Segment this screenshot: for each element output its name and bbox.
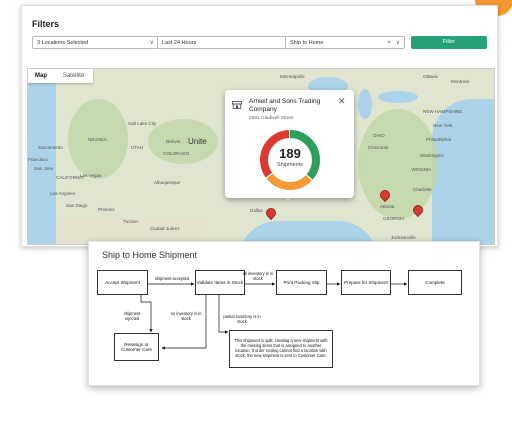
validate-stock-box: Validate Items in Stock bbox=[195, 270, 245, 295]
edge-label-partial: partial inventory is in stock bbox=[223, 314, 261, 324]
map-label: Ottawa bbox=[423, 74, 438, 79]
map-label: COLORADO bbox=[163, 151, 190, 156]
map-label: Denver bbox=[166, 139, 181, 144]
store-icon bbox=[232, 101, 242, 109]
location-name: Arnleif and Sons Trading Company bbox=[249, 98, 321, 113]
map-label: Los Angeles bbox=[50, 191, 76, 196]
map-label: Ciudad Juárez bbox=[150, 226, 180, 231]
map-label: Washington bbox=[420, 153, 445, 158]
map-label: Atlanta bbox=[380, 204, 395, 209]
map-label: Unite bbox=[188, 137, 207, 146]
map-label: GEORGIA bbox=[383, 216, 405, 221]
close-icon[interactable]: ✕ bbox=[338, 96, 346, 107]
map-tab[interactable]: Map bbox=[28, 69, 54, 83]
map-label: Phoenix bbox=[98, 207, 115, 212]
satellite-tab[interactable]: Satellite bbox=[54, 69, 93, 83]
flow-diagram-panel: Ship to Home Shipment Accept Shipment Va… bbox=[88, 241, 480, 386]
map-label: Tucson bbox=[123, 219, 138, 224]
split-shipment-box: This shipment is split, creating a new s… bbox=[229, 330, 333, 368]
map-label: Salt Lake City bbox=[128, 121, 157, 126]
shipment-type-select[interactable]: Ship to Home × ∨ bbox=[285, 36, 405, 49]
accept-shipment-box: Accept Shipment bbox=[97, 270, 148, 295]
reassign-box: Reassign or Customer Care bbox=[114, 333, 159, 361]
map-label: Las Vegas bbox=[80, 173, 102, 178]
prepare-shipment-box: Prepare for Shipment bbox=[341, 270, 391, 295]
map-label: Charlotte bbox=[413, 187, 432, 192]
map-label: Dallas bbox=[250, 208, 263, 213]
map-atlantic-ocean bbox=[432, 99, 494, 244]
map-label: Jacksonville bbox=[391, 235, 416, 240]
filters-map-panel: Filters 3 Locations Selected ∨ Last 24 H… bbox=[21, 5, 498, 247]
map-label: NEW HAMPSHIRE bbox=[423, 109, 463, 114]
map-label: New York bbox=[433, 123, 453, 128]
shipment-count: 189 bbox=[279, 146, 301, 161]
edge-label-no-inventory: no inventory is in stock bbox=[170, 311, 202, 321]
map-forest bbox=[358, 109, 438, 219]
map-lake bbox=[378, 91, 418, 103]
map-label: Cincinnati bbox=[368, 145, 389, 150]
map-label: San Jose bbox=[34, 166, 54, 171]
map-label: VIRGINIA bbox=[411, 167, 432, 172]
map-label: Philadelphia bbox=[426, 137, 452, 142]
locations-select[interactable]: 3 Locations Selected ∨ bbox=[32, 36, 159, 49]
location-popup: Arnleif and Sons Trading Company 2581 Gl… bbox=[225, 90, 354, 198]
location-address: 2581 Gladwell Street bbox=[249, 116, 294, 121]
shipment-type-value: Ship to Home bbox=[290, 40, 324, 46]
filter-button[interactable]: Filter bbox=[411, 36, 487, 49]
map-label: Francisco bbox=[28, 157, 48, 162]
time-range-value: Last 24 Hours bbox=[162, 40, 197, 46]
chevron-down-icon: ∨ bbox=[149, 40, 154, 46]
map-label: Sacramento bbox=[38, 145, 63, 150]
map-label: Minneapolis bbox=[280, 74, 305, 79]
map-type-toggle: Map Satellite bbox=[28, 69, 93, 83]
edge-label-accepted: shipment accepted bbox=[154, 276, 190, 281]
chevron-down-icon: ∨ bbox=[395, 40, 400, 46]
map-label: San Diego bbox=[66, 203, 88, 208]
map-label: OHIO bbox=[373, 133, 385, 138]
map-label: Montreal bbox=[451, 79, 469, 84]
map-lake bbox=[358, 89, 372, 119]
map-forest bbox=[148, 119, 218, 164]
filters-title: Filters bbox=[32, 19, 60, 29]
clear-icon[interactable]: × bbox=[387, 37, 391, 50]
map-label: UTAH bbox=[131, 145, 144, 150]
edge-label-rejected: shipment rejected bbox=[123, 311, 141, 321]
complete-box: Complete bbox=[408, 270, 462, 295]
map-label: NEVADA bbox=[88, 137, 107, 142]
edge-no-inventory bbox=[161, 295, 207, 350]
time-range-select[interactable]: Last 24 Hours ∨ bbox=[157, 36, 302, 49]
locations-select-value: 3 Locations Selected bbox=[37, 40, 89, 46]
map-label: Albuquerque bbox=[154, 180, 181, 185]
shipment-count-label: Shipments bbox=[277, 162, 303, 168]
edge-label-all-inventory: all inventory is in stock bbox=[242, 271, 274, 281]
print-packing-slip-box: Print Packing Slip bbox=[276, 270, 327, 295]
